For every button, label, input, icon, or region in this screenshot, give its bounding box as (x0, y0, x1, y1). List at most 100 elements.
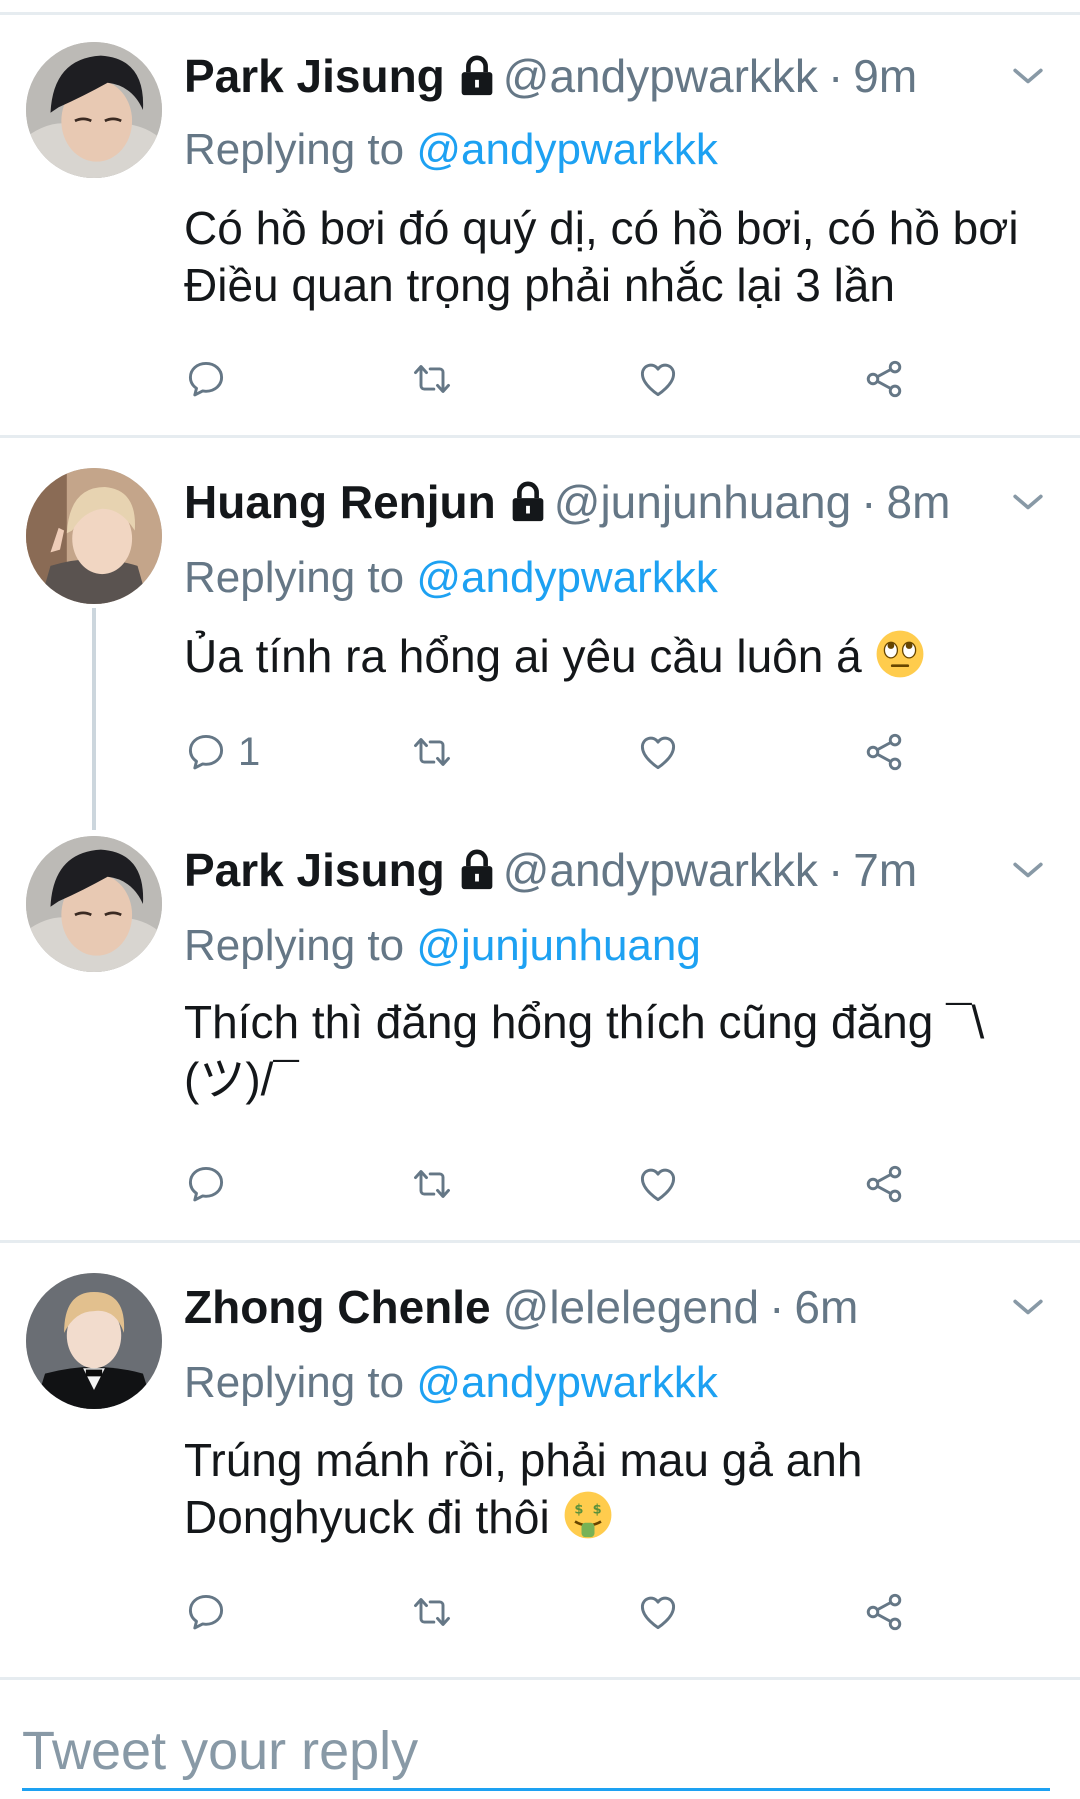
reply-input-underline (22, 1788, 1050, 1791)
retweet-button[interactable] (410, 1586, 454, 1638)
author-name[interactable]: Park Jisung (184, 840, 445, 900)
thread-line (92, 608, 96, 830)
author-handle[interactable]: @junjunhuang (554, 472, 851, 532)
separator-dot: · (769, 1281, 785, 1333)
tweet-text-span: Ủa tính ra hổng ai yêu cầu luôn á (184, 630, 862, 682)
like-icon (636, 1162, 680, 1206)
replying-mention[interactable]: @junjunhuang (416, 921, 700, 970)
like-button[interactable] (636, 726, 680, 778)
replying-mention[interactable]: @andypwarkkk (416, 125, 717, 174)
tweet-text: Có hồ bơi đó quý dị, có hồ bơi, có hồ bơ… (184, 200, 1044, 314)
reply-button[interactable] (184, 353, 228, 405)
replying-to: Replying to @andypwarkkk (184, 550, 718, 606)
separator-dot: · (827, 844, 844, 896)
lock-icon (508, 479, 548, 525)
timestamp: 9m (853, 50, 918, 102)
separator-dot: · (827, 50, 844, 102)
share-button[interactable] (862, 353, 906, 405)
replying-mention[interactable]: @andypwarkkk (416, 553, 717, 602)
tweet-text-line: Donghyuck đi thôi $ $ (184, 1489, 1044, 1546)
replying-label: Replying to (184, 125, 405, 174)
reply-button[interactable] (184, 1586, 228, 1638)
share-button[interactable] (862, 1586, 906, 1638)
rolling-eyes-emoji-icon (877, 630, 924, 678)
separator-dot: · (861, 476, 877, 528)
author-name[interactable]: Park Jisung (184, 46, 445, 106)
reply-icon (184, 1162, 228, 1206)
reply-count: 1 (238, 730, 261, 774)
like-icon (636, 357, 680, 401)
like-button[interactable] (636, 1586, 680, 1638)
retweet-button[interactable] (410, 1158, 454, 1210)
replying-to: Replying to @andypwarkkk (184, 122, 718, 178)
top-divider (0, 12, 1080, 15)
avatar[interactable] (26, 1273, 162, 1409)
replying-mention[interactable]: @andypwarkkk (416, 1358, 717, 1407)
share-icon (862, 1162, 906, 1206)
reply-button[interactable]: 1 (184, 726, 260, 778)
avatar[interactable] (26, 42, 162, 178)
reply-icon (184, 357, 228, 401)
timestamp: 7m (853, 844, 918, 896)
retweet-icon (410, 357, 454, 401)
author-name[interactable]: Huang Renjun (184, 472, 496, 532)
reply-icon (184, 1590, 228, 1634)
retweet-button[interactable] (410, 353, 454, 405)
reply-compose[interactable]: Tweet your reply (0, 1677, 1080, 1799)
chevron-down-icon[interactable] (1006, 1285, 1050, 1329)
replying-label: Replying to (184, 921, 405, 970)
reply-button[interactable] (184, 1158, 228, 1210)
share-button[interactable] (862, 1158, 906, 1210)
svg-text:$: $ (593, 1503, 602, 1518)
tweet-header: Park Jisung @andypwarkkk · 7m (184, 840, 1050, 900)
like-icon (636, 730, 680, 774)
timestamp: 8m (886, 476, 951, 528)
tweet-text-line: Điều quan trọng phải nhắc lại 3 lần (184, 259, 895, 311)
avatar[interactable] (26, 836, 162, 972)
lock-icon (457, 53, 497, 99)
reply-icon (184, 730, 228, 774)
replying-label: Replying to (184, 553, 405, 602)
author-handle[interactable]: @lelelegend (503, 1277, 759, 1337)
retweet-button[interactable] (410, 726, 454, 778)
like-button[interactable] (636, 353, 680, 405)
tweet-text-span: Donghyuck đi thôi (184, 1491, 550, 1543)
share-icon (862, 1590, 906, 1634)
money-mouth-emoji-icon: $ $ (565, 1491, 612, 1539)
tweet-header: Park Jisung @andypwarkkk · 9m (184, 46, 1050, 106)
tweet-header: Huang Renjun @junjunhuang · 8m (184, 472, 1050, 532)
chevron-down-icon[interactable] (1006, 54, 1050, 98)
avatar[interactable] (26, 468, 162, 604)
tweet-text-line: Có hồ bơi đó quý dị, có hồ bơi, có hồ bơ… (184, 202, 1019, 254)
share-button[interactable] (862, 726, 906, 778)
tweet-text: Ủa tính ra hổng ai yêu cầu luôn á (184, 628, 1044, 685)
author-handle[interactable]: @andypwarkkk (503, 840, 818, 900)
share-icon (862, 357, 906, 401)
author-name[interactable]: Zhong Chenle (184, 1277, 491, 1337)
svg-text:$: $ (575, 1503, 584, 1518)
chevron-down-icon[interactable] (1006, 848, 1050, 892)
tweet-text-line: (ツ)/¯ (184, 1053, 299, 1105)
author-handle[interactable]: @andypwarkkk (503, 46, 818, 106)
reply-input-placeholder[interactable]: Tweet your reply (22, 1720, 418, 1782)
tweet-text-line: Trúng mánh rồi, phải mau gả anh (184, 1434, 863, 1486)
tweet-text: Thích thì đăng hổng thích cũng đăng ¯\ (… (184, 994, 1044, 1108)
tweet-divider (0, 1240, 1080, 1243)
tweet-text-line: Thích thì đăng hổng thích cũng đăng ¯\ (184, 996, 985, 1048)
like-icon (636, 1590, 680, 1634)
replying-label: Replying to (184, 1358, 405, 1407)
like-button[interactable] (636, 1158, 680, 1210)
tweet-text-line: Ủa tính ra hổng ai yêu cầu luôn á (184, 628, 1044, 685)
retweet-icon (410, 730, 454, 774)
tweet-divider (0, 435, 1080, 438)
retweet-icon (410, 1162, 454, 1206)
replying-to: Replying to @junjunhuang (184, 918, 701, 974)
share-icon (862, 730, 906, 774)
lock-icon (457, 847, 497, 893)
chevron-down-icon[interactable] (1006, 480, 1050, 524)
tweet-header: Zhong Chenle @lelelegend · 6m (184, 1277, 1050, 1337)
timestamp: 6m (794, 1281, 859, 1333)
replying-to: Replying to @andypwarkkk (184, 1355, 718, 1411)
retweet-icon (410, 1590, 454, 1634)
tweet-text: Trúng mánh rồi, phải mau gả anh Donghyuc… (184, 1432, 1044, 1546)
